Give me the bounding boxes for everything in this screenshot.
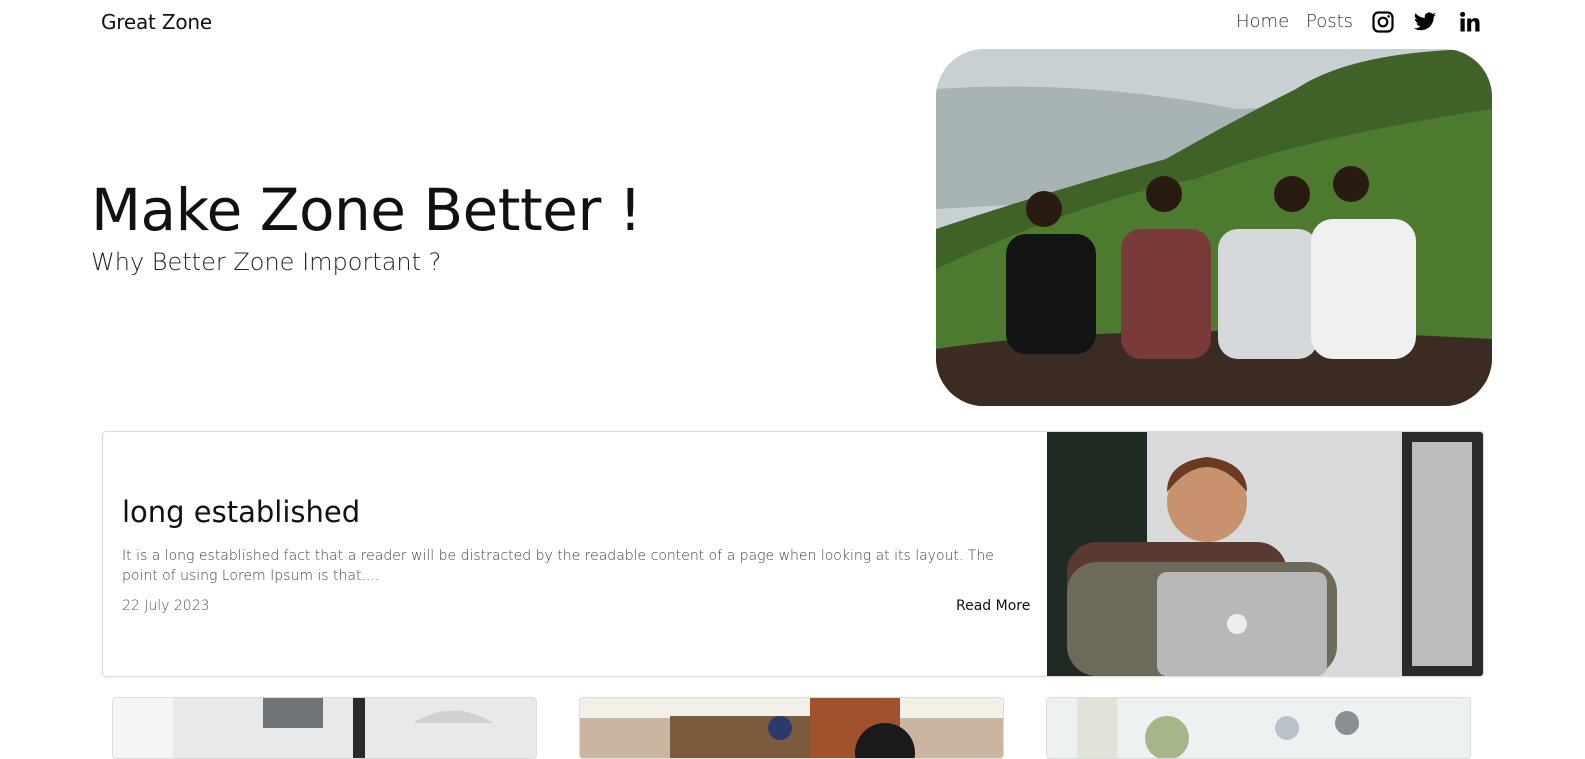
navbar: Great Zone Home Posts	[0, 0, 1585, 48]
read-more-link[interactable]: Read More	[956, 598, 1030, 614]
featured-post-excerpt: It is a long established fact that a rea…	[122, 548, 994, 584]
twitter-icon[interactable]	[1413, 10, 1437, 34]
hero-image	[936, 49, 1492, 406]
nav-link-home[interactable]: Home	[1236, 11, 1289, 32]
hero-title: Make Zone Better !	[91, 176, 642, 244]
hero-subtitle: Why Better Zone Important ?	[91, 248, 442, 276]
nav-link-posts[interactable]: Posts	[1306, 11, 1353, 32]
featured-post-title[interactable]: long established	[122, 495, 360, 529]
brand-logo[interactable]: Great Zone	[101, 10, 212, 34]
instagram-icon[interactable]	[1371, 10, 1395, 34]
linkedin-icon[interactable]	[1458, 10, 1482, 34]
featured-post-image[interactable]	[1047, 432, 1483, 676]
featured-post-card: long established It is a long establishe…	[102, 431, 1484, 677]
featured-post-date: 22 July 2023	[122, 598, 210, 614]
